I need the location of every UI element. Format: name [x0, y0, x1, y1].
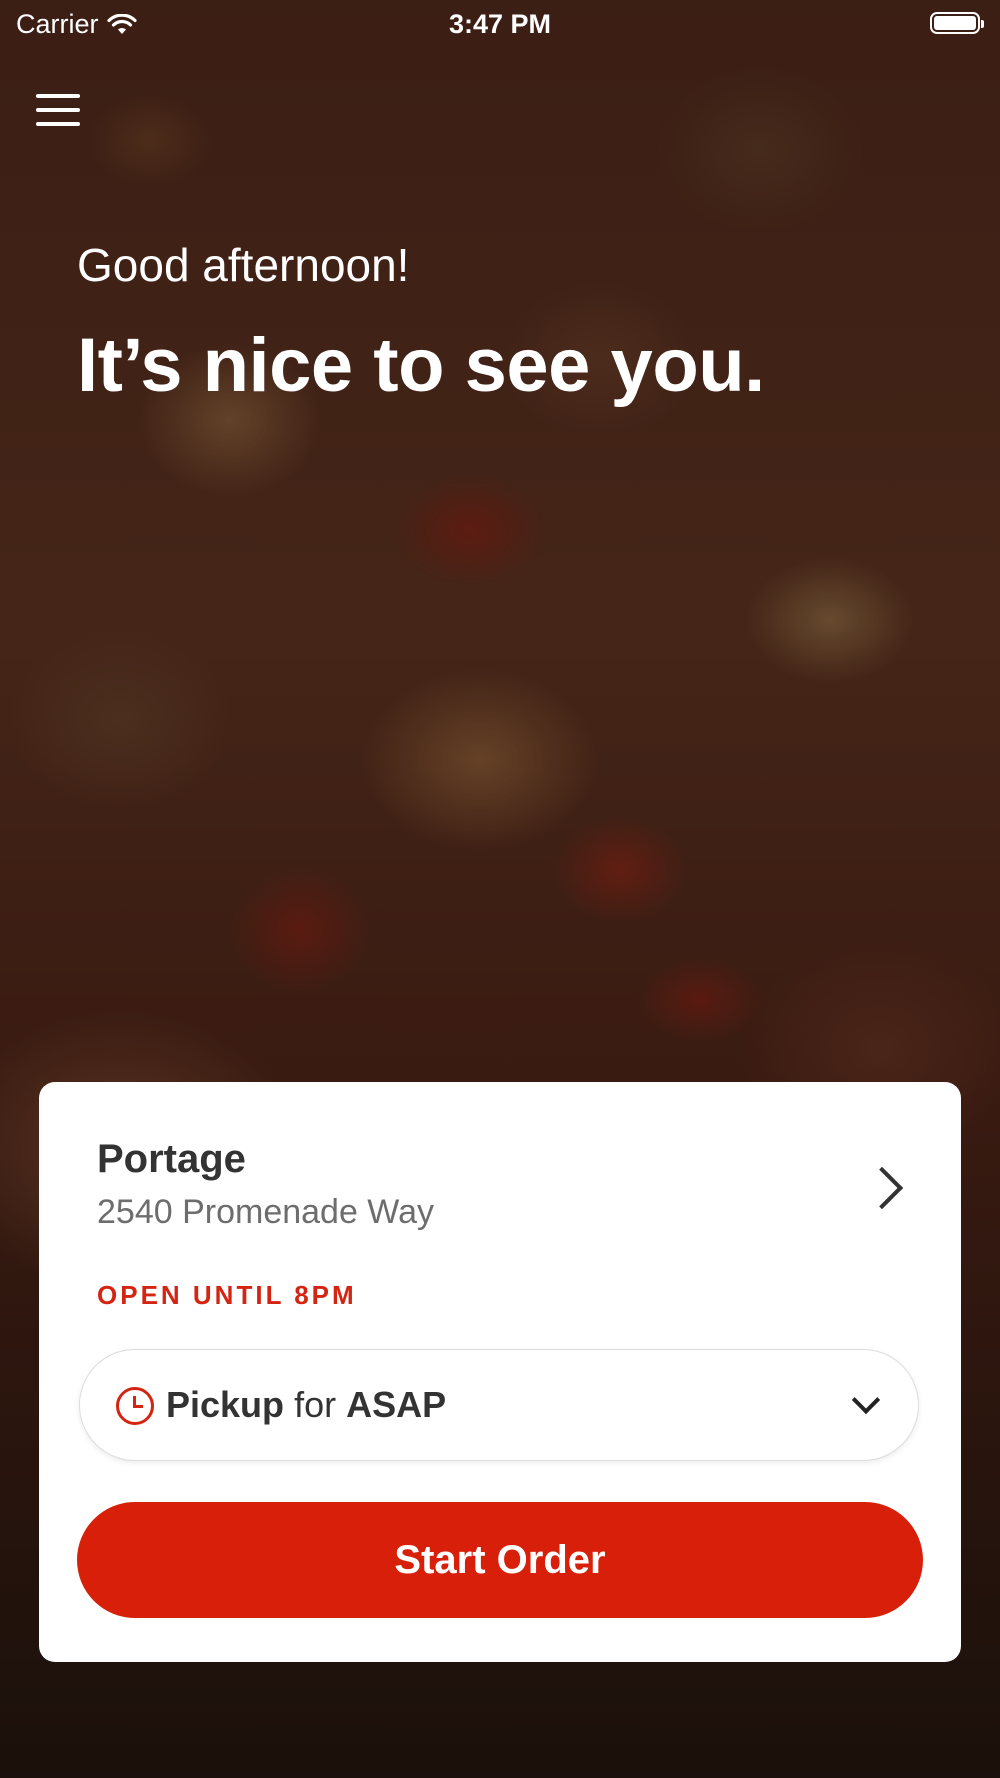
menu-line — [36, 94, 80, 98]
headline-text: It’s nice to see you. — [77, 323, 765, 408]
start-order-button[interactable]: Start Order — [77, 1502, 923, 1618]
store-address: 2540 Promenade Way — [97, 1193, 435, 1231]
greeting-text: Good afternoon! — [77, 239, 410, 291]
order-card: Portage 2540 Promenade Way OPEN UNTIL 8P… — [39, 1082, 961, 1662]
store-hours: OPEN UNTIL 8PM — [97, 1280, 357, 1310]
store-location-row[interactable]: Portage 2540 Promenade Way — [97, 1137, 921, 1257]
order-mode-type: Pickup — [166, 1384, 285, 1425]
battery-icon — [930, 12, 984, 34]
status-bar: Carrier 3:47 PM — [0, 0, 1000, 50]
battery-level — [934, 16, 976, 30]
order-mode-text: Pickup for ASAP — [166, 1384, 446, 1426]
menu-line — [36, 122, 80, 126]
store-name: Portage — [97, 1137, 246, 1181]
status-time: 3:47 PM — [448, 9, 552, 39]
order-mode-time: ASAP — [346, 1384, 447, 1425]
chevron-right-icon — [860, 1166, 904, 1210]
order-mode-connector: for — [294, 1384, 337, 1425]
order-mode-selector[interactable]: Pickup for ASAP — [79, 1349, 919, 1461]
chevron-down-icon — [851, 1385, 881, 1415]
clock-icon — [116, 1387, 154, 1425]
menu-line — [36, 108, 80, 112]
hamburger-menu-icon[interactable] — [36, 94, 80, 134]
